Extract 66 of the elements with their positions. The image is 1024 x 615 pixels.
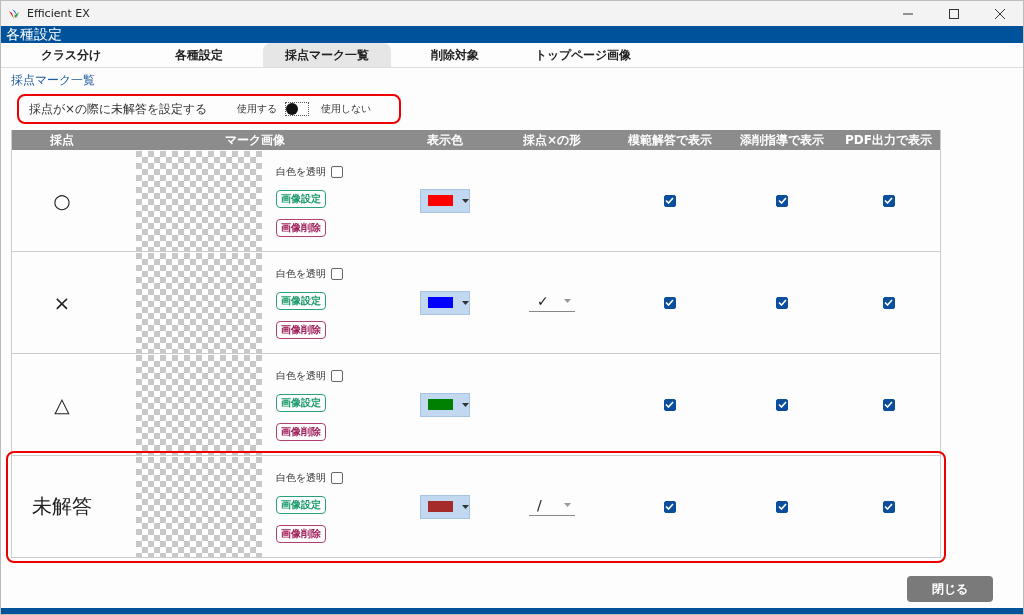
mark-symbol: × [53, 290, 71, 315]
checkbox[interactable] [882, 194, 895, 207]
color-dropdown[interactable] [419, 290, 470, 315]
section-title: 採点マーク一覧 [11, 72, 95, 89]
toggle-on-label: 使用する [237, 102, 278, 116]
checkbox[interactable] [882, 398, 895, 411]
column-header: 採点 [49, 131, 75, 149]
checkbox-label: 白色を透明 [276, 164, 326, 179]
toggle-switch[interactable] [285, 102, 310, 116]
mark-symbol: 未解答 [32, 493, 92, 520]
window-title: Efficient EX [27, 7, 90, 20]
shape-dropdown[interactable]: / [529, 497, 575, 516]
checkbox[interactable] [663, 296, 676, 309]
column-header: 添削指導で表示 [739, 131, 825, 149]
close-icon[interactable] [995, 8, 1005, 19]
image-delete-button[interactable]: 画像削除 [276, 422, 326, 441]
column-header: 模範解答で表示 [626, 131, 713, 149]
checkbox[interactable] [331, 471, 343, 484]
checkbox[interactable] [776, 500, 788, 513]
maximize-icon[interactable] [949, 8, 959, 19]
image-set-button[interactable]: 画像設定 [276, 393, 326, 412]
checkbox[interactable] [331, 267, 343, 280]
color-dropdown[interactable] [419, 392, 470, 417]
image-delete-button[interactable]: 画像削除 [276, 524, 326, 543]
caret-icon [461, 402, 469, 407]
caret-icon [564, 299, 571, 303]
shape-dropdown[interactable]: ✓ [529, 293, 575, 312]
checkbox[interactable] [663, 500, 676, 513]
checkbox-label: 白色を透明 [276, 368, 326, 383]
image-set-button[interactable]: 画像設定 [276, 291, 326, 310]
mark-symbol: △ [54, 392, 70, 417]
checkbox[interactable] [882, 296, 895, 309]
color-dropdown[interactable] [419, 188, 470, 213]
checkbox[interactable] [776, 398, 788, 411]
tab[interactable]: 各種設定 [135, 43, 263, 67]
image-set-button[interactable]: 画像設定 [276, 495, 326, 514]
tab[interactable]: 採点マーク一覧 [263, 43, 391, 67]
caret-icon [461, 300, 469, 305]
checkbox-label: 白色を透明 [276, 266, 326, 281]
setting-label: 採点が×の際に未解答を設定する [29, 100, 208, 118]
caret-icon [461, 198, 469, 203]
checkbox[interactable] [663, 194, 676, 207]
checkbox[interactable] [663, 398, 676, 411]
checkbox[interactable] [331, 369, 343, 382]
checkbox[interactable] [331, 165, 343, 178]
caret-icon [564, 503, 571, 507]
image-set-button[interactable]: 画像設定 [276, 189, 326, 208]
color-dropdown[interactable] [419, 494, 470, 519]
close-button[interactable]: 閉じる [907, 576, 993, 602]
column-header: マーク画像 [223, 131, 286, 149]
caret-icon [461, 504, 469, 509]
column-header: 表示色 [425, 131, 464, 149]
column-header: PDF出力で表示 [844, 131, 933, 149]
tab[interactable]: クラス分け [7, 43, 135, 67]
tab[interactable]: トップページ画像 [519, 43, 647, 67]
image-delete-button[interactable]: 画像削除 [276, 218, 326, 237]
image-delete-button[interactable]: 画像削除 [276, 320, 326, 339]
header-title: 各種設定 [6, 26, 62, 43]
column-header: 採点×の形 [521, 131, 583, 149]
tab[interactable]: 削除対象 [391, 43, 519, 67]
mark-symbol: ○ [53, 188, 71, 213]
toggle-off-label: 使用しない [321, 102, 372, 116]
checkbox[interactable] [776, 194, 788, 207]
checkbox-label: 白色を透明 [276, 470, 326, 485]
checkbox[interactable] [776, 296, 788, 309]
checkbox[interactable] [882, 500, 895, 513]
